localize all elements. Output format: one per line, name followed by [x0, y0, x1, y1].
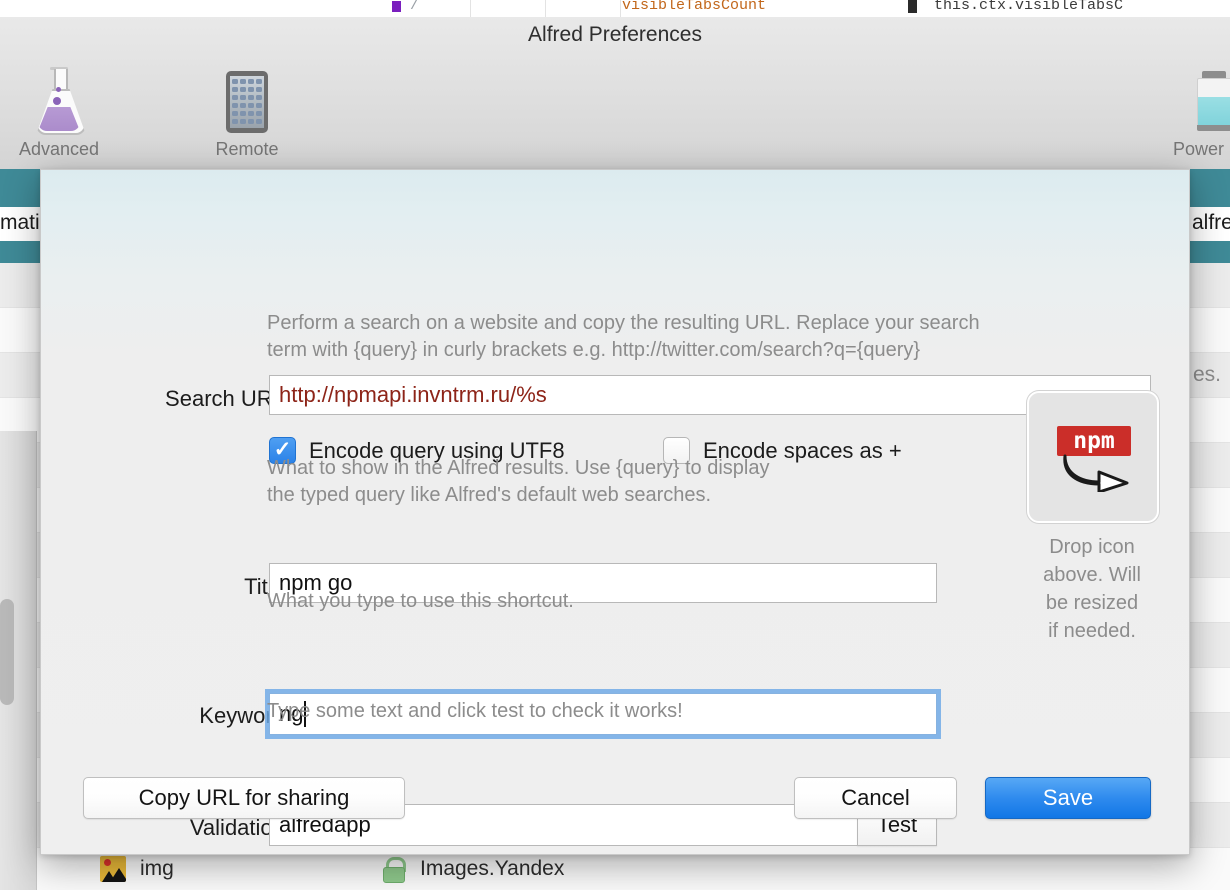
arrow-right-icon: [1063, 454, 1129, 492]
npm-logo-text: npm: [1073, 427, 1115, 454]
preferences-toolbar: Advanced Remote Power: [0, 57, 1230, 169]
toolbar-label-powerpack: Power: [1173, 139, 1225, 159]
code-indent-guide: [545, 0, 546, 17]
alfred-preferences-window: Alfred Preferences Advanced Remote Power: [0, 17, 1230, 170]
flask-icon: [0, 61, 118, 135]
icon-well-caption: Drop icon above. Will be resized if need…: [1017, 533, 1167, 645]
scrollbar-thumb[interactable]: [0, 599, 14, 705]
toolbar-label-remote: Remote: [215, 139, 279, 159]
row-right-truncated-text: alfre: [1192, 211, 1230, 234]
row-text-truncated: es.: [1193, 363, 1222, 386]
code-slash-glyph: /: [410, 0, 420, 14]
keyword-hint: What you type to use this shortcut.: [267, 590, 574, 612]
search-url-value: http://npmapi.invntrm.ru/%s: [279, 382, 547, 407]
image-icon: [100, 856, 126, 882]
cancel-button[interactable]: Cancel: [794, 777, 957, 819]
npm-icon: npm: [1051, 420, 1135, 494]
toolbar-item-advanced[interactable]: Advanced: [0, 61, 118, 160]
toolbar-item-remote[interactable]: Remote: [188, 61, 306, 160]
title-hint-line1: What to show in the Alfred results. Use …: [267, 457, 770, 479]
save-button[interactable]: Save: [985, 777, 1151, 819]
row-title-images-yandex: Images.Yandex: [420, 857, 565, 880]
search-url-hint-line2: term with {query} in curly brackets e.g.…: [267, 339, 921, 361]
lock-icon: [380, 856, 406, 883]
copy-url-button[interactable]: Copy URL for sharing: [83, 777, 405, 819]
caption-line-1: Drop icon: [1049, 536, 1135, 558]
search-url-label: Search URL:: [165, 386, 291, 411]
title-label: Title:: [244, 574, 291, 599]
ipad-icon: [188, 61, 306, 133]
web-search-edit-sheet: Search URL: http://npmapi.invntrm.ru/%s …: [40, 169, 1190, 855]
code-token-orange: visibleTabsCount: [622, 0, 767, 14]
caption-line-4: if needed.: [1048, 620, 1136, 642]
window-title: Alfred Preferences: [528, 23, 702, 46]
code-caret: [908, 0, 917, 13]
code-editor-strip: / visibleTabsCount this.ctx.visibleTabsC: [0, 0, 1230, 17]
search-url-hint-line1: Perform a search on a website and copy t…: [267, 312, 980, 334]
code-bookmark-marker: [392, 1, 401, 12]
code-indent-guide: [470, 0, 471, 17]
toolbar-item-powerpack[interactable]: Power: [1153, 61, 1230, 160]
toolbar-label-advanced: Advanced: [18, 139, 100, 159]
icon-drop-well[interactable]: npm: [1027, 391, 1159, 523]
code-token-rest: this.ctx.visibleTabsC: [925, 0, 1124, 14]
caption-line-2: above. Will: [1043, 564, 1141, 586]
title-hint-line2: the typed query like Alfred's default we…: [267, 484, 712, 506]
row-keyword-img: img: [140, 857, 174, 880]
code-indent-guide: [620, 0, 621, 17]
battery-icon: [1153, 61, 1230, 133]
row-left-truncated-text: mati: [0, 211, 40, 234]
validation-hint: Type some text and click test to check i…: [267, 700, 683, 722]
search-url-input[interactable]: http://npmapi.invntrm.ru/%s: [269, 375, 1151, 415]
keyword-label: Keyword:: [199, 703, 291, 728]
screen-root: / visibleTabsCount this.ctx.visibleTabsC…: [0, 0, 1230, 890]
caption-line-3: be resized: [1045, 592, 1139, 614]
